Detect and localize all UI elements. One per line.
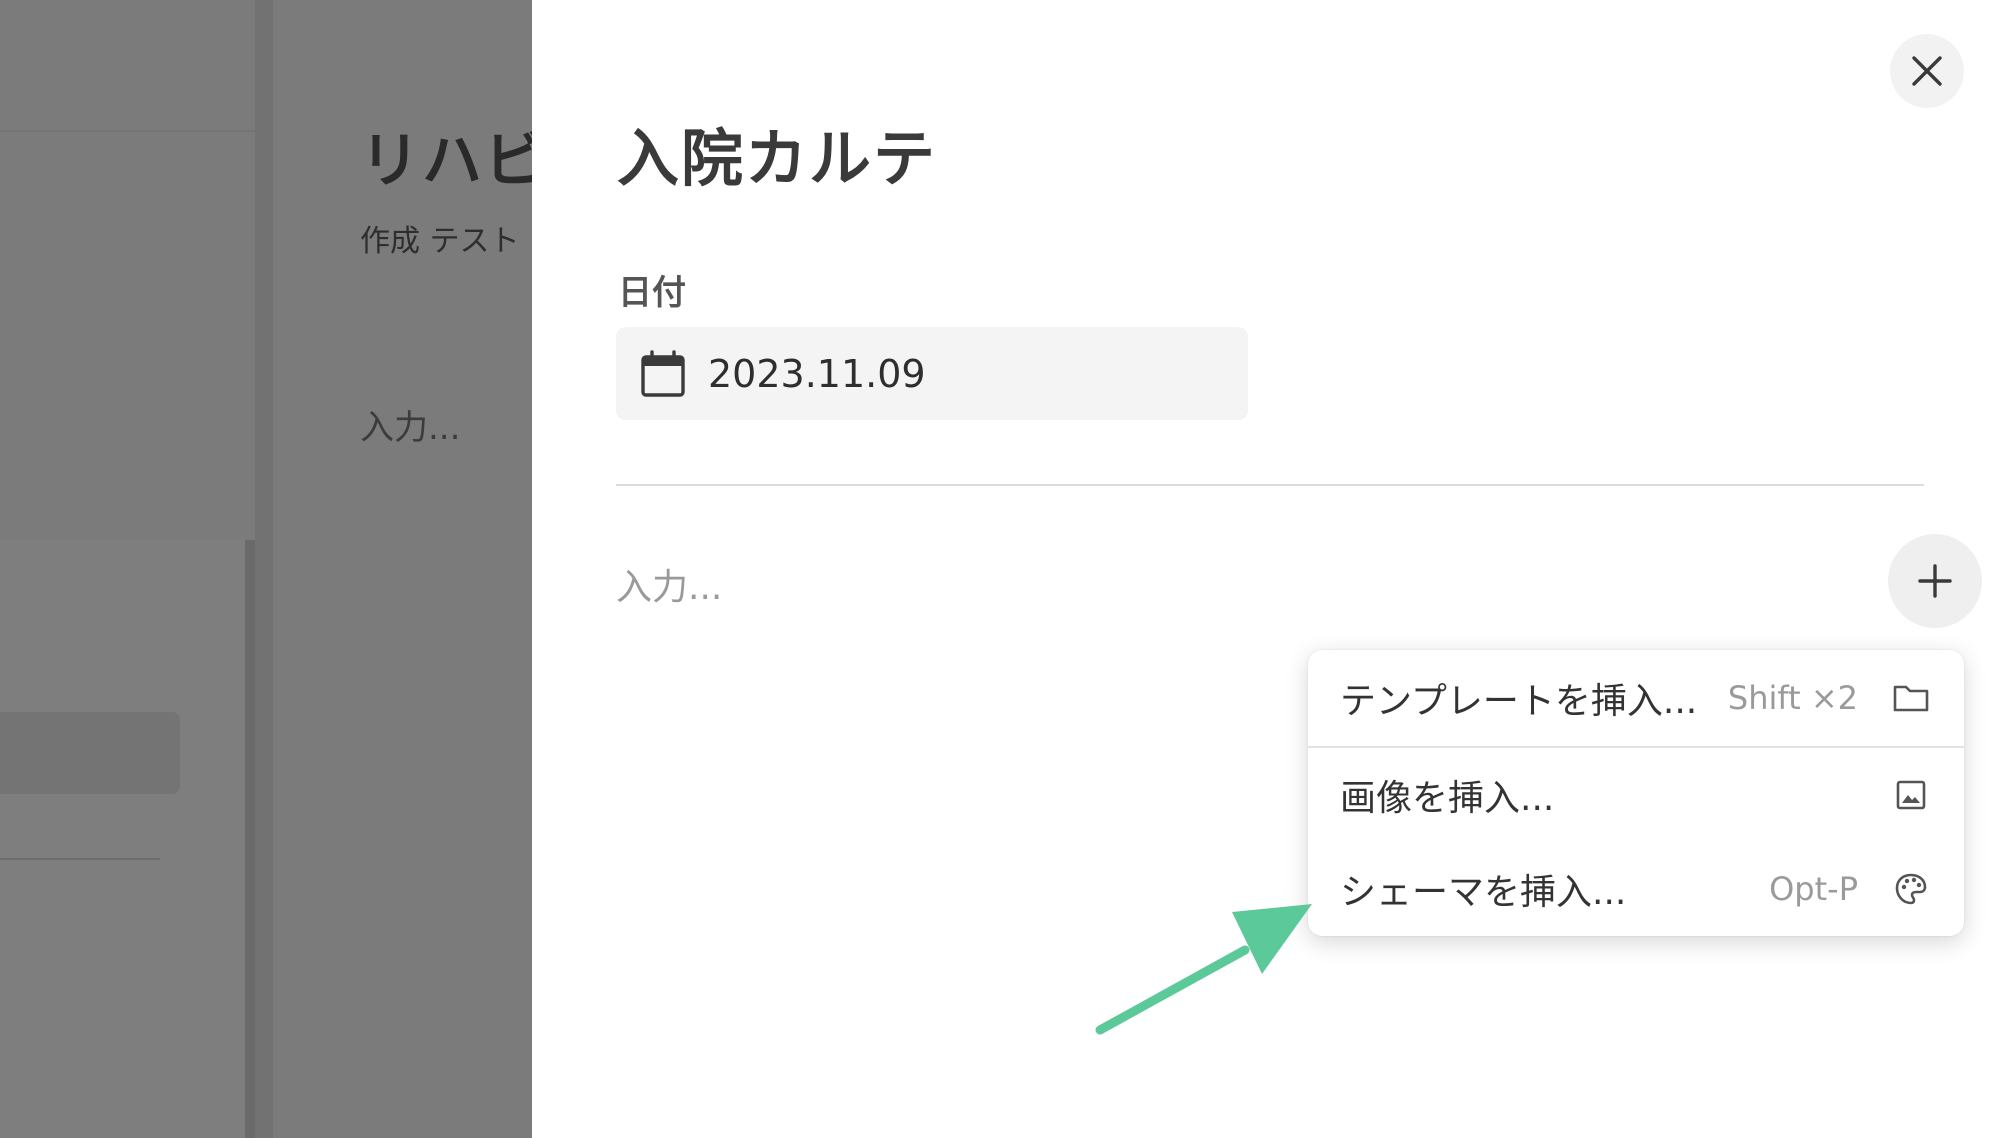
note-body-input[interactable]: 入力... bbox=[616, 558, 1856, 610]
menu-item-label: 画像を挿入... bbox=[1340, 778, 1555, 819]
background-panel-item bbox=[0, 712, 180, 794]
section-divider bbox=[616, 484, 1924, 486]
calendar-icon bbox=[640, 349, 688, 399]
background-panel-line bbox=[0, 858, 160, 860]
plus-icon bbox=[1918, 564, 1952, 598]
menu-item-insert-template[interactable]: テンプレートを挿入... Shift ×2 bbox=[1308, 650, 1964, 746]
background-title: リハビ bbox=[360, 126, 532, 196]
background-line bbox=[0, 130, 255, 132]
background-divider bbox=[255, 0, 273, 1138]
background-input: 入力... bbox=[360, 408, 461, 448]
insert-menu: テンプレートを挿入... Shift ×2 画像を挿入... シェーマを挿入..… bbox=[1308, 650, 1964, 936]
date-picker-field[interactable]: 2023.11.09 bbox=[616, 327, 1248, 420]
date-value: 2023.11.09 bbox=[708, 351, 926, 396]
background-panel bbox=[0, 540, 255, 1138]
folder-icon bbox=[1892, 679, 1930, 717]
menu-item-insert-schema[interactable]: シェーマを挿入... Opt-P bbox=[1308, 842, 1964, 936]
menu-item-insert-image[interactable]: 画像を挿入... bbox=[1308, 748, 1964, 842]
menu-item-shortcut: Shift ×2 bbox=[1727, 679, 1858, 717]
background-page: リハビ 作成 テスト 入力... bbox=[0, 0, 532, 1138]
palette-icon bbox=[1892, 870, 1930, 908]
menu-item-label: テンプレートを挿入... bbox=[1340, 681, 1698, 722]
insert-button[interactable] bbox=[1888, 534, 1982, 628]
close-icon bbox=[1912, 56, 1942, 86]
background-subtitle: 作成 テスト bbox=[360, 224, 532, 259]
menu-item-shortcut: Opt-P bbox=[1769, 870, 1858, 908]
date-label: 日付 bbox=[618, 273, 686, 313]
image-icon bbox=[1892, 776, 1930, 814]
close-button[interactable] bbox=[1890, 34, 1964, 108]
menu-item-label: シェーマを挿入... bbox=[1340, 872, 1627, 913]
page-title: 入院カルテ bbox=[617, 122, 938, 195]
